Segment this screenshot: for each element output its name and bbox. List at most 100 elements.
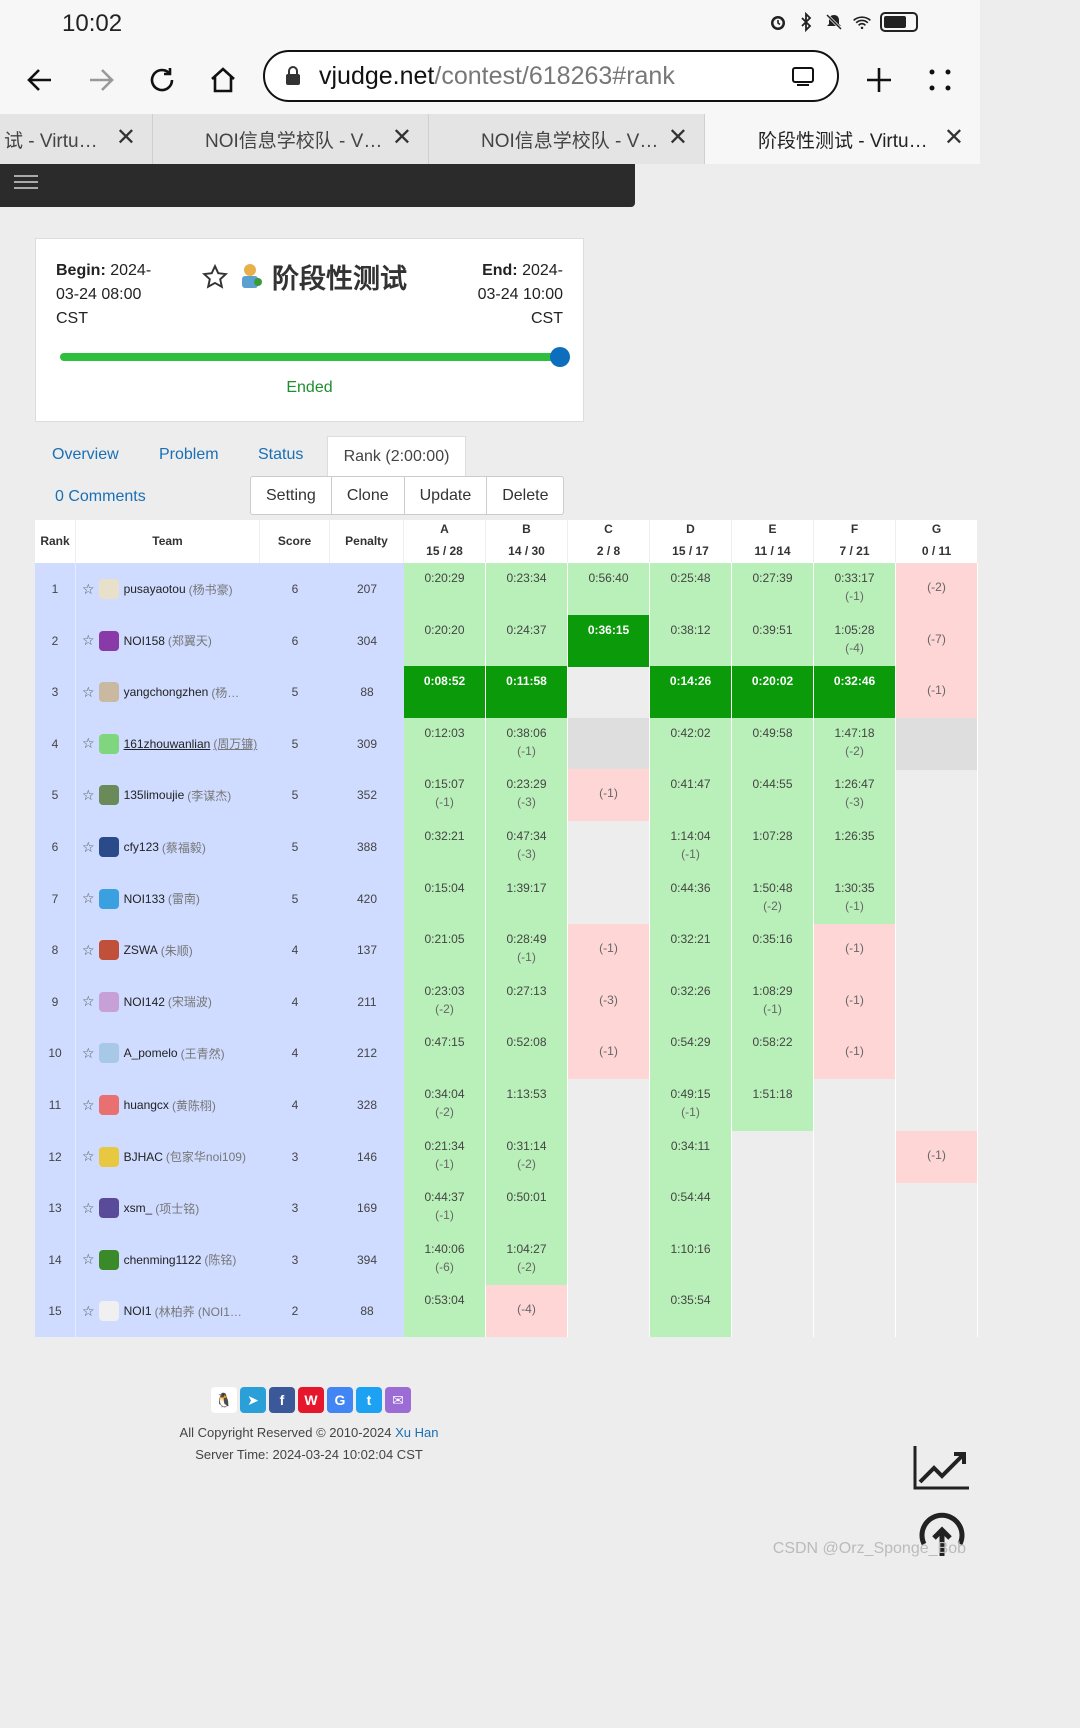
- team-username[interactable]: BJHAC: [124, 1150, 163, 1164]
- facebook-icon[interactable]: f: [269, 1387, 295, 1413]
- problem-cell[interactable]: 0:27:13: [486, 975, 568, 1028]
- problem-cell[interactable]: (-3): [568, 975, 650, 1028]
- problem-cell[interactable]: 0:21:34 (-1): [404, 1130, 486, 1183]
- problem-cell[interactable]: 0:32:21: [650, 924, 732, 977]
- problem-cell[interactable]: 0:53:04: [404, 1285, 486, 1338]
- star-icon[interactable]: ☆: [82, 942, 95, 959]
- problem-cell[interactable]: 1:08:29 (-1): [732, 975, 814, 1028]
- team-cell[interactable]: ☆ NOI133 (雷南): [76, 872, 260, 925]
- star-icon[interactable]: ☆: [82, 1303, 95, 1320]
- browser-tab[interactable]: NOI信息学校队 - V… ✕: [429, 114, 705, 164]
- team-cell[interactable]: ☆ BJHAC (包家华noi109): [76, 1130, 260, 1183]
- team-username[interactable]: NOI142: [124, 995, 165, 1009]
- clone-button[interactable]: Clone: [332, 477, 405, 514]
- star-icon[interactable]: ☆: [82, 632, 95, 649]
- problem-cell[interactable]: 1:51:18: [732, 1079, 814, 1131]
- star-icon[interactable]: ☆: [82, 1200, 95, 1217]
- star-icon[interactable]: ☆: [82, 1045, 95, 1062]
- problem-cell[interactable]: 1:30:35 (-1): [814, 872, 896, 925]
- rank-header[interactable]: Rank: [35, 520, 76, 563]
- team-header[interactable]: Team: [76, 520, 260, 563]
- problem-cell[interactable]: 0:20:02: [732, 666, 814, 719]
- tab-overview[interactable]: Overview: [52, 446, 119, 464]
- problem-cell[interactable]: 1:07:28: [732, 821, 814, 873]
- problem-cell[interactable]: 0:56:40: [568, 563, 650, 615]
- problem-cell[interactable]: (-7): [896, 614, 978, 667]
- problem-cell[interactable]: 0:21:05: [404, 924, 486, 977]
- problem-cell[interactable]: 0:25:48: [650, 563, 732, 615]
- problem-header-c[interactable]: C 2 / 8: [568, 520, 650, 563]
- problem-header-e[interactable]: E 11 / 14: [732, 520, 814, 563]
- team-cell[interactable]: ☆ chenming1122 (陈铭): [76, 1233, 260, 1286]
- forward-button[interactable]: [79, 58, 123, 102]
- problem-cell[interactable]: 1:39:17: [486, 872, 568, 925]
- problem-cell[interactable]: (-1): [896, 1130, 978, 1183]
- problem-cell[interactable]: 1:13:53: [486, 1079, 568, 1131]
- problem-cell[interactable]: 0:15:07 (-1): [404, 769, 486, 822]
- problem-cell[interactable]: 0:44:36: [650, 872, 732, 925]
- team-cell[interactable]: ☆ xsm_ (项士铭): [76, 1182, 260, 1235]
- update-button[interactable]: Update: [405, 477, 488, 514]
- problem-cell[interactable]: (-1): [896, 666, 978, 719]
- problem-cell[interactable]: 0:23:29 (-3): [486, 769, 568, 822]
- problem-cell[interactable]: 0:49:15 (-1): [650, 1079, 732, 1131]
- problem-cell[interactable]: 1:26:35: [814, 821, 896, 873]
- problem-cell[interactable]: (-1): [814, 924, 896, 977]
- problem-cell[interactable]: 0:49:58: [732, 717, 814, 770]
- address-bar[interactable]: vjudge.net/contest/618263#rank: [263, 50, 839, 102]
- progress-knob[interactable]: [550, 347, 570, 367]
- problem-cell[interactable]: 0:23:03 (-2): [404, 975, 486, 1028]
- team-cell[interactable]: ☆ ZSWA (朱顺): [76, 924, 260, 977]
- problem-cell[interactable]: 0:54:44: [650, 1182, 732, 1235]
- problem-cell[interactable]: 0:23:34: [486, 563, 568, 615]
- team-username[interactable]: huangcx: [124, 1098, 169, 1112]
- problem-cell[interactable]: 1:05:28 (-4): [814, 614, 896, 667]
- browser-tab-active[interactable]: 阶段性测试 - Virtu… ✕: [705, 114, 980, 164]
- problem-header-f[interactable]: F 7 / 21: [814, 520, 896, 563]
- reload-button[interactable]: [140, 58, 184, 102]
- team-username[interactable]: ZSWA: [124, 943, 158, 957]
- star-icon[interactable]: ☆: [82, 1097, 95, 1114]
- problem-cell[interactable]: 0:34:11: [650, 1130, 732, 1183]
- weibo-icon[interactable]: W: [298, 1387, 324, 1413]
- problem-cell[interactable]: 0:35:16: [732, 924, 814, 977]
- problem-header-b[interactable]: B 14 / 30: [486, 520, 568, 563]
- browser-tab[interactable]: NOI信息学校队 - V… ✕: [153, 114, 429, 164]
- problem-cell[interactable]: 0:41:47: [650, 769, 732, 822]
- problem-cell[interactable]: 0:38:06 (-1): [486, 717, 568, 770]
- star-icon[interactable]: ☆: [82, 735, 95, 752]
- problem-cell[interactable]: 0:15:04: [404, 872, 486, 925]
- chart-trend-icon[interactable]: [912, 1444, 970, 1492]
- problem-cell[interactable]: 0:33:17 (-1): [814, 563, 896, 615]
- problem-cell[interactable]: 0:32:46: [814, 666, 896, 719]
- problem-cell[interactable]: 0:20:20: [404, 614, 486, 667]
- problem-cell[interactable]: 0:32:26: [650, 975, 732, 1028]
- problem-cell[interactable]: 0:39:51: [732, 614, 814, 667]
- star-icon[interactable]: ☆: [82, 1148, 95, 1165]
- browser-tab[interactable]: 试 - Virtu… ✕: [0, 114, 153, 164]
- team-username[interactable]: pusayaotou: [124, 582, 186, 596]
- tab-rank[interactable]: Rank (2:00:00): [327, 436, 466, 476]
- home-button[interactable]: [201, 58, 245, 102]
- problem-cell[interactable]: 0:52:08: [486, 1027, 568, 1080]
- problem-cell[interactable]: 0:14:26: [650, 666, 732, 719]
- comments-link[interactable]: 0 Comments: [55, 488, 146, 506]
- team-cell[interactable]: ☆ NOI158 (郑翼天): [76, 614, 260, 667]
- problem-cell[interactable]: 1:50:48 (-2): [732, 872, 814, 925]
- team-username[interactable]: 135limoujie: [124, 788, 185, 802]
- team-username[interactable]: xsm_: [124, 1201, 153, 1215]
- close-icon[interactable]: ✕: [392, 126, 412, 150]
- problem-cell[interactable]: [896, 717, 978, 770]
- new-tab-button[interactable]: [857, 58, 901, 102]
- telegram-icon[interactable]: ➤: [240, 1387, 266, 1413]
- team-username[interactable]: cfy123: [124, 840, 159, 854]
- close-icon[interactable]: ✕: [668, 126, 688, 150]
- problem-cell[interactable]: 0:34:04 (-2): [404, 1079, 486, 1131]
- problem-cell[interactable]: 0:11:58: [486, 666, 568, 719]
- team-cell[interactable]: ☆ 161zhouwanlian (周万镰): [76, 717, 260, 770]
- team-cell[interactable]: ☆ 135limoujie (李谋杰): [76, 769, 260, 822]
- reader-mode-icon[interactable]: [791, 66, 815, 86]
- problem-cell[interactable]: 0:58:22: [732, 1027, 814, 1080]
- problem-cell[interactable]: 0:35:54: [650, 1285, 732, 1338]
- team-username[interactable]: 161zhouwanlian: [124, 737, 211, 751]
